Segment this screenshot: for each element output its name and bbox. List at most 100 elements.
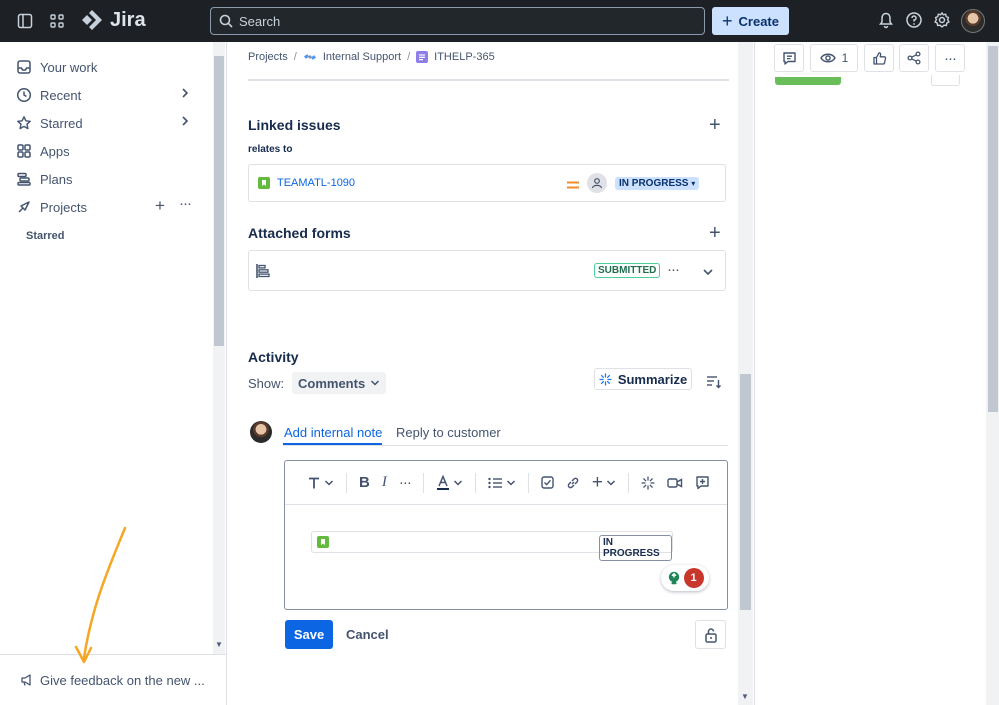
editor-toolbar: B I ··· + <box>285 461 727 505</box>
italic-icon[interactable]: I <box>382 474 387 491</box>
app-name: Jira <box>110 8 146 31</box>
thumbs-up-icon <box>872 51 886 65</box>
bullet-list-icon <box>488 477 502 488</box>
inline-issue-card[interactable]: IN PROGRESS <box>311 531 673 561</box>
more-icon[interactable]: ··· <box>179 195 192 212</box>
sidebar-item-apps[interactable]: Apps <box>16 139 70 163</box>
search-input[interactable]: Search <box>210 7 705 35</box>
issue-details-panel: 1 ··· <box>754 42 999 705</box>
list-dropdown[interactable] <box>488 477 516 489</box>
starred-heading: Starred <box>26 230 65 242</box>
clock-icon <box>16 87 32 103</box>
breadcrumb-issue[interactable]: ITHELP-365 <box>434 51 495 63</box>
watch-count: 1 <box>841 51 849 65</box>
search-icon <box>219 14 233 28</box>
create-button[interactable]: + Create <box>712 7 789 35</box>
linked-issue-status[interactable]: IN PROGRESS ▾ <box>615 177 700 190</box>
feedback-button[interactable] <box>774 44 804 72</box>
actions-button-edge[interactable] <box>931 75 960 86</box>
story-icon <box>317 536 329 548</box>
video-icon[interactable] <box>667 477 683 489</box>
active-tab-indicator <box>283 443 382 445</box>
chevron-down-icon[interactable] <box>702 265 714 280</box>
assistant-badge[interactable]: 1 <box>661 565 709 591</box>
more-actions-button[interactable]: ··· <box>935 44 965 72</box>
attached-forms-heading: Attached forms <box>248 225 351 241</box>
sidebar-item-starred[interactable]: Starred <box>16 111 83 135</box>
notifications-icon[interactable] <box>877 11 895 32</box>
insert-dropdown[interactable]: + <box>592 473 616 492</box>
megaphone-icon <box>21 674 31 686</box>
activity-filter-dropdown[interactable]: Comments <box>292 372 387 394</box>
jira-logo[interactable]: Jira <box>80 8 146 32</box>
scrollbar-thumb[interactable] <box>214 56 224 346</box>
chevron-down-icon <box>371 380 380 386</box>
sidebar-item-your-work[interactable]: Your work <box>16 55 97 79</box>
save-button[interactable]: Save <box>285 620 333 649</box>
eye-icon <box>819 53 836 63</box>
breadcrumb-separator: / <box>407 51 411 63</box>
tab-add-internal-note[interactable]: Add internal note <box>284 425 382 440</box>
sidebar-item-label: Plans <box>40 171 73 187</box>
sidebar-item-recent[interactable]: Recent <box>16 83 81 107</box>
vote-button[interactable] <box>864 44 894 72</box>
bold-icon[interactable]: B <box>359 474 370 491</box>
chevron-right-icon[interactable] <box>180 115 190 130</box>
text-color-dropdown[interactable] <box>436 474 463 491</box>
comment-icon <box>782 51 796 65</box>
current-user-avatar <box>250 421 272 443</box>
sidebar-scrollbar[interactable]: ▼ <box>213 42 225 654</box>
comment-editor[interactable]: B I ··· + IN PROGRESS 1 <box>284 460 728 610</box>
inbox-icon <box>17 60 31 74</box>
watch-button[interactable]: 1 <box>810 44 858 72</box>
sidebar-toggle-icon[interactable] <box>14 10 36 32</box>
ai-icon[interactable] <box>641 475 655 490</box>
scrollbar-thumb[interactable] <box>988 46 998 412</box>
assignee-avatar-icon <box>587 173 607 193</box>
add-project-icon[interactable]: + <box>155 197 165 214</box>
breadcrumb-project[interactable]: Internal Support <box>323 51 401 63</box>
right-panel-scrollbar[interactable] <box>986 42 999 705</box>
add-form-icon[interactable]: + <box>709 223 721 243</box>
toolbar-separator <box>474 472 476 493</box>
linked-issue-card[interactable]: TEAMATL-1090 IN PROGRESS ▾ <box>248 164 726 202</box>
linked-issue-key[interactable]: TEAMATL-1090 <box>277 177 355 189</box>
add-linked-issue-icon[interactable]: + <box>709 115 721 135</box>
link-icon[interactable] <box>566 476 580 490</box>
help-icon[interactable] <box>905 11 923 32</box>
chevron-down-icon <box>506 479 515 486</box>
breadcrumb-separator: / <box>293 51 297 63</box>
filter-value: Comments <box>298 375 366 391</box>
inline-issue-status: IN PROGRESS <box>599 535 672 561</box>
linked-issues-heading: Linked issues <box>248 117 341 133</box>
status-button-edge[interactable] <box>775 77 841 85</box>
attached-form-card[interactable]: SUBMITTED ··· <box>248 250 726 291</box>
toolbar-separator <box>527 472 529 493</box>
top-navigation-bar: Jira Search + Create <box>0 0 999 42</box>
more-formatting-icon[interactable]: ··· <box>399 474 412 491</box>
main-scrollbar[interactable]: ▼ <box>738 42 753 705</box>
sidebar-item-label: Your work <box>40 59 98 75</box>
search-placeholder: Search <box>239 13 281 29</box>
form-issue-icon <box>416 51 429 63</box>
text-style-dropdown[interactable] <box>307 476 334 490</box>
cancel-button[interactable]: Cancel <box>346 627 389 642</box>
sort-icon[interactable] <box>706 375 722 392</box>
app-switcher-icon[interactable] <box>46 10 68 32</box>
scrollbar-thumb[interactable] <box>740 374 751 610</box>
form-more-icon[interactable]: ··· <box>667 261 680 278</box>
restrict-visibility-button[interactable] <box>695 620 726 649</box>
share-button[interactable] <box>899 44 929 72</box>
sidebar-item-projects[interactable]: Projects <box>16 195 87 219</box>
insert-comment-icon[interactable] <box>695 475 710 490</box>
user-avatar[interactable] <box>961 9 985 33</box>
sidebar-item-plans[interactable]: Plans <box>16 167 73 191</box>
checkbox-icon[interactable] <box>541 476 554 489</box>
breadcrumb-projects[interactable]: Projects <box>248 51 288 63</box>
tab-reply-to-customer[interactable]: Reply to customer <box>396 425 501 440</box>
summarize-button[interactable]: Summarize <box>594 368 692 390</box>
scroll-down-icon[interactable]: ▼ <box>741 692 749 701</box>
scroll-down-icon[interactable]: ▼ <box>215 640 223 649</box>
chevron-right-icon[interactable] <box>180 87 190 102</box>
settings-icon[interactable] <box>933 11 951 32</box>
